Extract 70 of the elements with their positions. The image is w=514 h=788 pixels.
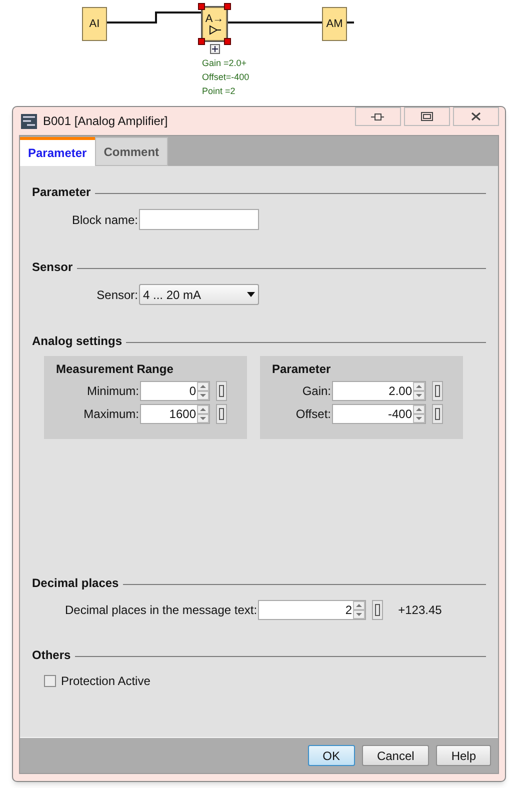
dialog-button[interactable]: OK [308, 745, 355, 766]
expand-icon[interactable] [210, 44, 220, 54]
block-label: A→ [205, 13, 224, 25]
field-label: Block name: [70, 212, 139, 228]
maximize-button[interactable] [404, 107, 450, 126]
selection-handle[interactable] [198, 38, 205, 45]
spin-arrows-icon[interactable] [197, 382, 209, 400]
group-title: Measurement Range [56, 361, 174, 378]
number-spin-field[interactable]: -400 [332, 404, 426, 424]
number-spin-field[interactable]: 1600 [140, 404, 210, 424]
close-icon [471, 112, 481, 121]
selection-handle[interactable] [224, 3, 231, 10]
connection-line [347, 21, 354, 24]
section-heading: Others [32, 647, 71, 664]
number-spin-field[interactable]: 2.00 [332, 381, 426, 401]
section-heading: Decimal places [32, 575, 119, 592]
field-value: -400 [386, 406, 413, 423]
number-spin-field[interactable]: 2 [258, 600, 366, 620]
slider-toggle-icon[interactable] [216, 404, 227, 424]
parameter-annotation: Point =2 [202, 85, 236, 98]
tab[interactable]: Comment [94, 137, 168, 166]
pin-icon [371, 112, 385, 120]
pin-button[interactable] [355, 107, 401, 126]
spin-arrows-icon[interactable] [353, 601, 366, 619]
slider-toggle-icon[interactable] [372, 600, 384, 620]
function-block[interactable]: AI [82, 7, 107, 41]
sensor-dropdown[interactable]: 4 ... 20 mA [139, 284, 259, 305]
dropdown-value: 4 ... 20 mA [143, 286, 202, 304]
block-name-field[interactable] [139, 209, 259, 230]
slider-toggle-icon[interactable] [432, 404, 443, 424]
slider-toggle-icon[interactable] [432, 381, 443, 401]
block-label: AI [89, 18, 100, 30]
checkbox-label: Protection Active [61, 673, 150, 690]
app-logo-icon [21, 114, 37, 128]
field-label: Decimal places in the message text: [65, 602, 258, 619]
field-value: 2.00 [388, 383, 413, 400]
group-title: Parameter [272, 361, 332, 378]
selection-handle[interactable] [224, 38, 231, 45]
field-label: Offset: [294, 406, 332, 423]
field-value: 1600 [168, 406, 197, 423]
parameter-annotation: Offset=-400 [202, 71, 250, 84]
field-label: Sensor: [96, 286, 139, 304]
field-value: 2 [344, 602, 354, 619]
block-label: AM [326, 18, 343, 30]
section-heading: Analog settings [32, 333, 122, 350]
window-title: B001 [Analog Amplifier] [43, 113, 168, 130]
number-spin-field[interactable]: 0 [140, 381, 210, 401]
section-heading: Parameter [32, 184, 91, 201]
field-value: 0 [188, 383, 197, 400]
spin-arrows-icon[interactable] [413, 405, 425, 423]
amplifier-block[interactable]: A→ [202, 7, 227, 41]
selection-handle[interactable] [198, 3, 205, 10]
field-label: Gain: [301, 383, 332, 400]
checkbox[interactable] [44, 675, 56, 687]
parameter-annotation: Gain =2.0+ [202, 57, 248, 70]
field-label: Maximum: [82, 406, 140, 423]
section-heading: Sensor [32, 259, 73, 276]
field-label: Minimum: [86, 383, 140, 400]
dialog-button[interactable]: Help [436, 745, 491, 766]
spin-arrows-icon[interactable] [413, 382, 425, 400]
preview-value: +123.45 [398, 602, 442, 619]
dialog-button[interactable]: Cancel [362, 745, 430, 766]
slider-toggle-icon[interactable] [216, 381, 227, 401]
amplifier-symbol-icon [208, 25, 222, 35]
dropdown-caret-icon [247, 292, 255, 297]
close-button[interactable] [453, 107, 499, 126]
maximize-icon [421, 112, 433, 121]
tab[interactable]: Parameter [20, 137, 95, 166]
spin-arrows-icon[interactable] [197, 405, 209, 423]
function-block[interactable]: AM [322, 7, 347, 41]
